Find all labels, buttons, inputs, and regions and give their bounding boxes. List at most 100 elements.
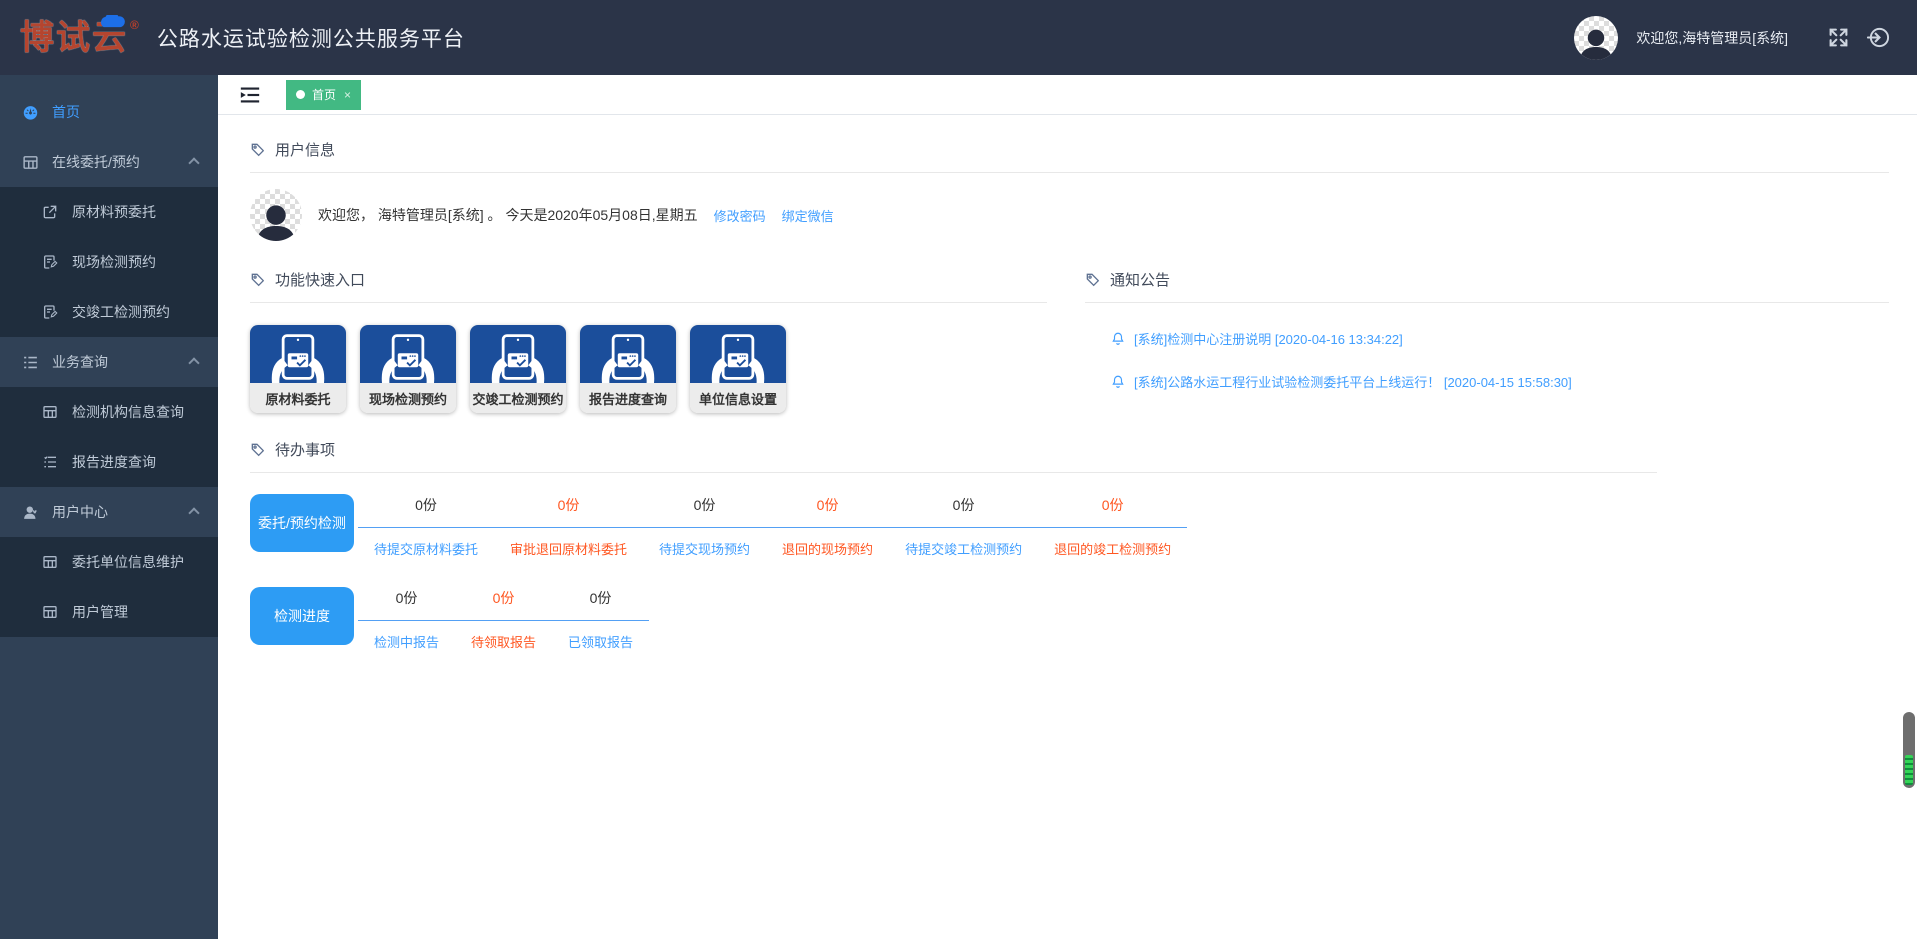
tab-active-dot [296,90,305,99]
two-column-row: 功能快速入口 [250,245,1889,415]
avatar[interactable] [1574,16,1618,60]
tab-home[interactable]: 首页 × [286,80,361,110]
test-progress-button[interactable]: 检测进度 [250,587,354,645]
sidebar-item-label: 检测机构信息查询 [72,402,184,422]
tile-label: 报告进度查询 [580,383,676,413]
sidebar-item-label: 在线委托/预约 [52,152,140,172]
section-title: 通知公告 [1110,269,1170,290]
list-icon [22,354,39,371]
grid-icon [42,554,59,571]
chevron-up-icon [188,357,199,368]
stat-count: 0份 [455,580,552,621]
sidebar-group-user-center[interactable]: 用户中心 [0,487,218,537]
person-icon [250,200,302,241]
page-content: 用户信息 欢迎您， 海特管理员[系统] 。 今天是2020年05月08日,星期五… [218,115,1917,939]
change-password-link[interactable]: 修改密码 [714,206,766,225]
stat-label[interactable]: 待提交原材料委托 [358,528,494,558]
stat-pending-raw-material: 0份 待提交原材料委托 [358,487,494,558]
stat-label[interactable]: 待提交竣工检测预约 [889,528,1038,558]
notice-item[interactable]: [系统]公路水运工程行业试验检测委托平台上线运行！ [2020-04-15 15… [1111,372,1889,391]
sidebar-item-label: 报告进度查询 [72,452,156,472]
divider [1085,302,1889,303]
section-todo: 待办事项 [250,439,1889,460]
stat-reports-collected: 0份 已领取报告 [552,580,649,651]
tag-icon [250,142,266,158]
bell-icon [1111,374,1125,389]
stat-returned-completion-booking: 0份 退回的竣工检测预约 [1038,487,1187,558]
stat-count: 0份 [358,580,455,621]
cloud-icon [97,15,127,28]
fullscreen-icon[interactable] [1828,27,1849,48]
logout-icon[interactable] [1867,26,1890,49]
todo-stats: 0份 待提交原材料委托 0份 审批退回原材料委托 0份 待提交现场预约 0份 [358,487,1187,558]
todo-row-progress: 检测进度 0份 检测中报告 0份 待领取报告 0份 已领取报告 [250,580,1889,651]
stat-label[interactable]: 已领取报告 [552,621,649,651]
tile-unit-info-settings[interactable]: 单位信息设置 [690,325,786,413]
stat-label[interactable]: 待领取报告 [455,621,552,651]
document-edit-icon [42,254,59,271]
list-check-icon [42,454,59,471]
sidebar-item-test-org-info-query[interactable]: 检测机构信息查询 [0,387,218,437]
stat-label[interactable]: 待提交现场预约 [643,528,766,558]
main-area: 首页 × 用户信息 [218,75,1917,939]
user-avatar [250,189,302,241]
tab-bar: 首页 × [218,75,1917,115]
quick-entry-column: 功能快速入口 [250,245,1047,413]
app-window: 博试云 ® 公路水运试验检测公共服务平台 欢迎您,海特管理员[系统] [0,0,1917,939]
bind-wechat-link[interactable]: 绑定微信 [782,206,834,225]
tab-label: 首页 [312,86,336,103]
tag-icon [250,272,266,288]
stat-count: 0份 [552,580,649,621]
tile-site-test-booking[interactable]: 现场检测预约 [360,325,456,413]
sidebar-item-raw-material-entrust[interactable]: 原材料预委托 [0,187,218,237]
tile-label: 现场检测预约 [360,383,456,413]
divider [250,172,1889,173]
tile-completion-test-booking[interactable]: 交竣工检测预约 [470,325,566,413]
todo-row-entrust: 委托/预约检测 0份 待提交原材料委托 0份 审批退回原材料委托 0份 待提交现 [250,487,1889,558]
section-title: 用户信息 [275,139,335,160]
welcome-line: 欢迎您， 海特管理员[系统] 。 今天是2020年05月08日,星期五 [318,205,698,225]
tag-icon [1085,272,1101,288]
sidebar-collapse-icon[interactable] [240,86,260,104]
bell-icon [1111,331,1125,346]
app-header: 博试云 ® 公路水运试验检测公共服务平台 欢迎您,海特管理员[系统] [0,0,1917,75]
sidebar-item-user-management[interactable]: 用户管理 [0,587,218,637]
sidebar-item-entrust-unit-info[interactable]: 委托单位信息维护 [0,537,218,587]
tab-close-icon[interactable]: × [344,88,351,102]
stat-label[interactable]: 退回的现场预约 [766,528,889,558]
sidebar-item-report-progress-query[interactable]: 报告进度查询 [0,437,218,487]
tile-label: 原材料委托 [250,383,346,413]
stat-label[interactable]: 退回的竣工检测预约 [1038,528,1187,558]
sidebar-item-label: 原材料预委托 [72,202,156,222]
stat-count: 0份 [766,487,889,528]
sidebar-item-completion-test-booking[interactable]: 交竣工检测预约 [0,287,218,337]
tag-icon [250,442,266,458]
notice-column: 通知公告 [系统]检测中心注册说明 [2020-04-16 13:34:22] [1085,245,1889,415]
tile-label: 单位信息设置 [690,383,786,413]
scrollbar-thumb[interactable] [1903,712,1915,788]
stat-label[interactable]: 审批退回原材料委托 [494,528,643,558]
hands-tablet-icon [470,325,566,383]
stat-pending-site-booking: 0份 待提交现场预约 [643,487,766,558]
tile-report-progress-query[interactable]: 报告进度查询 [580,325,676,413]
sidebar-item-site-test-booking[interactable]: 现场检测预约 [0,237,218,287]
sidebar-item-label: 首页 [52,102,80,122]
user-info-row: 欢迎您， 海特管理员[系统] 。 今天是2020年05月08日,星期五 修改密码… [250,189,1889,241]
stat-label[interactable]: 检测中报告 [358,621,455,651]
stat-reports-to-collect: 0份 待领取报告 [455,580,552,651]
todo-stats: 0份 检测中报告 0份 待领取报告 0份 已领取报告 [358,580,649,651]
sidebar-item-label: 委托单位信息维护 [72,552,184,572]
sidebar-item-home[interactable]: 首页 [0,87,218,137]
sidebar-group-business-query[interactable]: 业务查询 [0,337,218,387]
body-row: 首页 在线委托/预约 原材料预委托 [0,75,1917,939]
dashboard-icon [22,104,39,121]
entrust-booking-button[interactable]: 委托/预约检测 [250,494,354,552]
tile-raw-material-entrust[interactable]: 原材料委托 [250,325,346,413]
user-icon [22,504,39,521]
sidebar-item-label: 现场检测预约 [72,252,156,272]
notice-item[interactable]: [系统]检测中心注册说明 [2020-04-16 13:34:22] [1111,329,1889,348]
sidebar-group-online-entrust[interactable]: 在线委托/预约 [0,137,218,187]
section-notices: 通知公告 [1085,269,1889,290]
stat-reports-testing: 0份 检测中报告 [358,580,455,651]
stat-count: 0份 [358,487,494,528]
